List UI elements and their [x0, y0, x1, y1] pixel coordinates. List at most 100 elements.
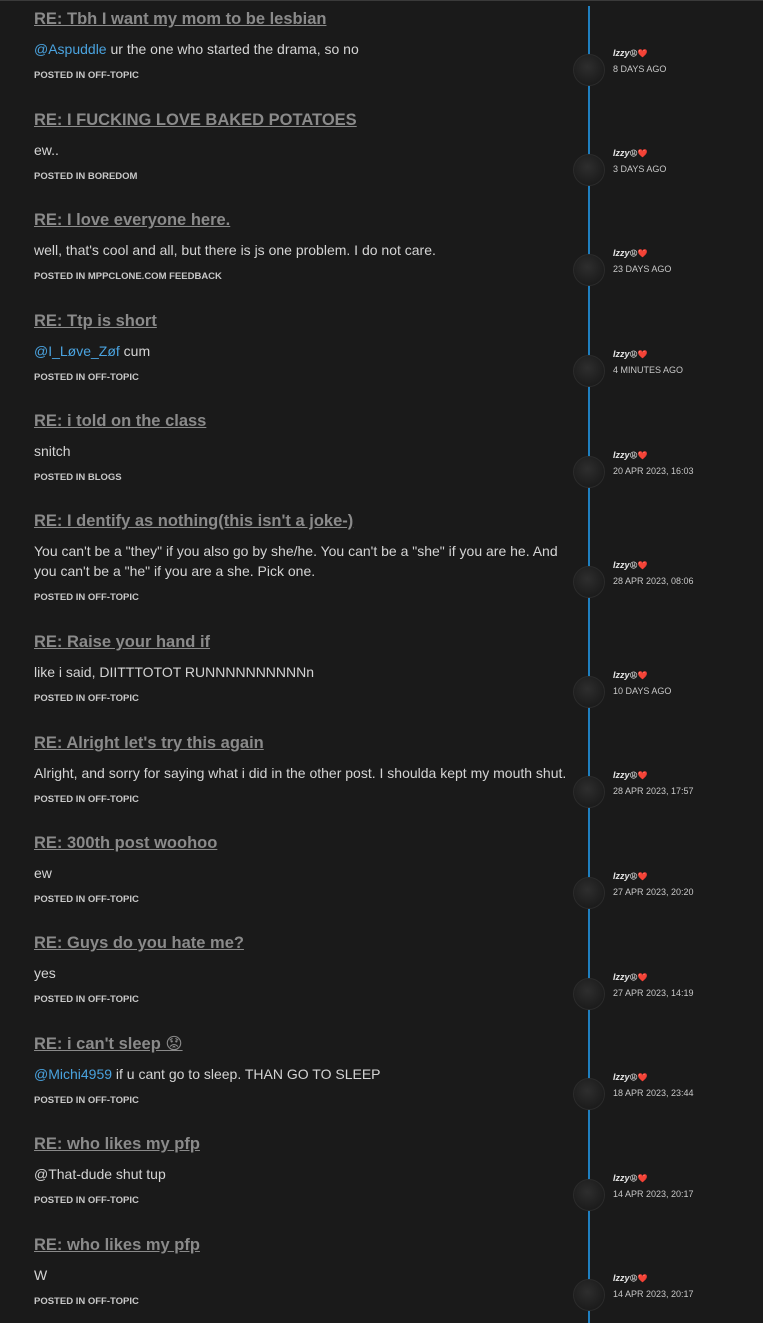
- author-name[interactable]: Izzy😩❤️: [613, 670, 648, 680]
- post-title-link[interactable]: RE: i can't sleep 😟: [34, 1034, 569, 1054]
- category-link[interactable]: OFF-TOPIC: [88, 894, 139, 905]
- post-title-link[interactable]: RE: i told on the class: [34, 411, 569, 431]
- author-name-text: Izzy: [613, 871, 630, 881]
- avatar[interactable]: [573, 1279, 605, 1311]
- post-content: RE: Raise your hand if like i said, DIIT…: [34, 632, 569, 706]
- author-name[interactable]: Izzy😩❤️: [613, 560, 648, 570]
- post-body: @I_Løve_Zøf cum: [34, 341, 569, 361]
- post-body: You can't be a "they" if you also go by …: [34, 541, 569, 581]
- post-body: ew..: [34, 140, 569, 160]
- category-link[interactable]: OFF-TOPIC: [88, 372, 139, 383]
- author-name[interactable]: Izzy😩❤️: [613, 1173, 648, 1183]
- avatar[interactable]: [573, 254, 605, 286]
- author-name[interactable]: Izzy😩❤️: [613, 450, 648, 460]
- post-content: RE: i told on the class snitch POSTED IN…: [34, 411, 569, 485]
- post-title-link[interactable]: RE: who likes my pfp: [34, 1235, 569, 1255]
- post-title-link[interactable]: RE: Raise your hand if: [34, 632, 569, 652]
- post-date: 27 APR 2023, 14:19: [613, 988, 694, 998]
- author-badges: 😩❤️: [629, 1274, 648, 1283]
- category-link[interactable]: OFF-TOPIC: [88, 70, 139, 81]
- category-link[interactable]: BLOGS: [88, 472, 122, 483]
- post-date: 10 DAYS AGO: [613, 686, 672, 696]
- post-date: 27 APR 2023, 20:20: [613, 887, 694, 897]
- author-badges: 😩❤️: [629, 561, 648, 570]
- avatar[interactable]: [573, 978, 605, 1010]
- category-link[interactable]: OFF-TOPIC: [88, 1095, 139, 1106]
- posted-in: POSTED IN BOREDOM: [34, 170, 569, 184]
- avatar[interactable]: [573, 776, 605, 808]
- avatar[interactable]: [573, 1179, 605, 1211]
- author-name[interactable]: Izzy😩❤️: [613, 248, 648, 258]
- posted-in: POSTED IN OFF-TOPIC: [34, 1295, 569, 1309]
- category-link[interactable]: BOREDOM: [88, 171, 138, 182]
- avatar[interactable]: [573, 877, 605, 909]
- post-title-link[interactable]: RE: Guys do you hate me?: [34, 933, 569, 953]
- author-badges: 😩❤️: [629, 872, 648, 881]
- post-title-link[interactable]: RE: I FUCKING LOVE BAKED POTATOES: [34, 110, 569, 130]
- avatar[interactable]: [573, 1078, 605, 1110]
- mention-link[interactable]: @Michi4959: [34, 1066, 112, 1082]
- posted-prefix: POSTED IN: [34, 1296, 86, 1307]
- post-title-link[interactable]: RE: I dentify as nothing(this isn't a jo…: [34, 511, 569, 531]
- post-title-link[interactable]: RE: Tbh I want my mom to be lesbian: [34, 9, 569, 29]
- post-text: yes: [34, 965, 56, 981]
- posted-in: POSTED IN OFF-TOPIC: [34, 371, 569, 385]
- avatar[interactable]: [573, 566, 605, 598]
- posted-in: POSTED IN OFF-TOPIC: [34, 591, 569, 605]
- category-link[interactable]: MPPCLONE.COM FEEDBACK: [88, 271, 222, 282]
- post-content: RE: Tbh I want my mom to be lesbian @Asp…: [34, 9, 569, 83]
- posted-in: POSTED IN BLOGS: [34, 471, 569, 485]
- author-name[interactable]: Izzy😩❤️: [613, 972, 648, 982]
- post-content: RE: I love everyone here. well, that's c…: [34, 210, 569, 284]
- mention-link[interactable]: @Aspuddle: [34, 41, 107, 57]
- author-name[interactable]: Izzy😩❤️: [613, 48, 648, 58]
- author-badges: 😩❤️: [629, 1073, 648, 1082]
- category-link[interactable]: OFF-TOPIC: [88, 1296, 139, 1307]
- avatar[interactable]: [573, 676, 605, 708]
- author-name-text: Izzy: [613, 770, 630, 780]
- posted-prefix: POSTED IN: [34, 372, 86, 383]
- avatar[interactable]: [573, 456, 605, 488]
- post-title-link[interactable]: RE: I love everyone here.: [34, 210, 569, 230]
- author-name-text: Izzy: [613, 349, 630, 359]
- post-content: RE: I FUCKING LOVE BAKED POTATOES ew.. P…: [34, 110, 569, 184]
- avatar[interactable]: [573, 355, 605, 387]
- posted-prefix: POSTED IN: [34, 1095, 86, 1106]
- author-name[interactable]: Izzy😩❤️: [613, 349, 648, 359]
- author-name[interactable]: Izzy😩❤️: [613, 871, 648, 881]
- author-badges: 😩❤️: [629, 249, 648, 258]
- post-title-link[interactable]: RE: Ttp is short: [34, 311, 569, 331]
- timeline-line: [588, 6, 590, 1323]
- post-content: RE: who likes my pfp W POSTED IN OFF-TOP…: [34, 1235, 569, 1309]
- post-text: if u cant go to sleep. THAN GO TO SLEEP: [112, 1066, 381, 1082]
- post-date: 23 DAYS AGO: [613, 264, 672, 274]
- category-link[interactable]: OFF-TOPIC: [88, 794, 139, 805]
- author-name[interactable]: Izzy😩❤️: [613, 1072, 648, 1082]
- avatar[interactable]: [573, 154, 605, 186]
- post-title-link[interactable]: RE: Alright let's try this again: [34, 733, 569, 753]
- author-name-text: Izzy: [613, 560, 630, 570]
- posted-prefix: POSTED IN: [34, 171, 86, 182]
- post-title-link[interactable]: RE: who likes my pfp: [34, 1134, 569, 1154]
- posted-in: POSTED IN OFF-TOPIC: [34, 69, 569, 83]
- category-link[interactable]: OFF-TOPIC: [88, 693, 139, 704]
- author-name[interactable]: Izzy😩❤️: [613, 770, 648, 780]
- author-badges: 😩❤️: [629, 451, 648, 460]
- post-text: ur the one who started the drama, so no: [106, 41, 359, 57]
- author-badges: 😩❤️: [629, 1174, 648, 1183]
- post-content: RE: Ttp is short @I_Løve_Zøf cum POSTED …: [34, 311, 569, 385]
- post-body: @Michi4959 if u cant go to sleep. THAN G…: [34, 1064, 569, 1084]
- avatar[interactable]: [573, 54, 605, 86]
- category-link[interactable]: OFF-TOPIC: [88, 1195, 139, 1206]
- category-link[interactable]: OFF-TOPIC: [88, 592, 139, 603]
- post-text: like i said, DIITTTOTOT RUNNNNNNNNNNn: [34, 664, 315, 680]
- author-name[interactable]: Izzy😩❤️: [613, 1273, 648, 1283]
- post-body: like i said, DIITTTOTOT RUNNNNNNNNNNn: [34, 662, 569, 682]
- category-link[interactable]: OFF-TOPIC: [88, 994, 139, 1005]
- post-title-link[interactable]: RE: 300th post woohoo: [34, 833, 569, 853]
- mention-link[interactable]: @I_Løve_Zøf: [34, 343, 120, 359]
- post-date: 4 MINUTES AGO: [613, 365, 684, 375]
- post-content: RE: i can't sleep 😟 @Michi4959 if u cant…: [34, 1034, 569, 1108]
- author-name[interactable]: Izzy😩❤️: [613, 148, 648, 158]
- post-date: 8 DAYS AGO: [613, 64, 667, 74]
